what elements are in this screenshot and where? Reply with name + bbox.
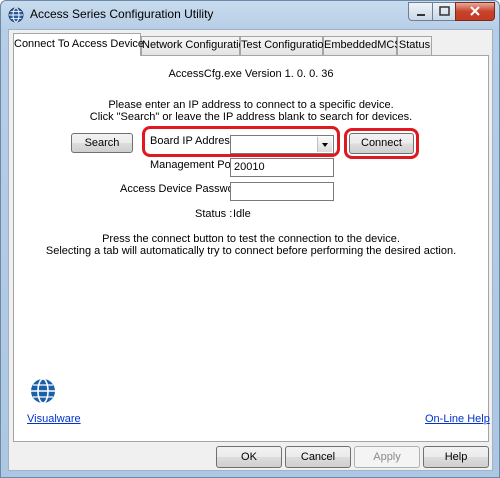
visualware-link[interactable]: Visualware [27,413,81,425]
app-window: Access Series Configuration Utility Conn… [0,0,500,478]
minimize-button[interactable] [408,2,433,21]
tab-test-configuration[interactable]: Test Configuration [240,36,330,55]
tab-label: EmbeddedMCS [324,39,402,51]
globe-icon [8,7,24,23]
chevron-down-icon[interactable] [317,137,332,152]
status-value: Idle [233,208,251,220]
tab-label: Network Configuration [142,39,251,51]
minimize-icon [417,14,425,16]
password-input[interactable] [230,182,334,201]
tab-status[interactable]: Status [397,36,432,55]
connect-button[interactable]: Connect [349,133,414,154]
version-text: AccessCfg.exe Version 1. 0. 0. 36 [168,68,334,80]
board-ip-label: Board IP Address : [150,135,242,147]
window-title: Access Series Configuration Utility [30,7,214,21]
search-button[interactable]: Search [71,133,133,153]
instructions-line-1: Please enter an IP address to connect to… [108,99,394,111]
help-button[interactable]: Help [423,446,489,468]
close-icon [470,6,480,16]
apply-button: Apply [354,446,420,468]
tab-network-configuration[interactable]: Network Configuration [141,36,251,55]
cancel-button[interactable]: Cancel [285,446,351,468]
connect-panel: AccessCfg.exe Version 1. 0. 0. 36 Please… [13,55,490,442]
visualware-logo-icon[interactable] [30,378,56,404]
board-ip-dropdown[interactable] [230,135,334,154]
title-bar[interactable]: Access Series Configuration Utility [1,1,499,29]
close-button[interactable] [455,2,495,21]
maximize-icon [439,6,450,16]
ok-button[interactable]: OK [216,446,282,468]
note-line-1: Press the connect button to test the con… [102,233,400,245]
maximize-button[interactable] [432,2,456,21]
tab-label: Test Configuration [241,39,330,51]
note-line-2: Selecting a tab will automatically try t… [45,245,457,257]
online-help-link[interactable]: On-Line Help [425,413,490,425]
tab-label: Connect To Access Device [14,38,145,50]
tab-label: Status [398,39,431,51]
management-port-input[interactable]: 20010 [230,158,334,177]
tab-connect-to-access-device[interactable]: Connect To Access Device [13,33,145,56]
tab-embeddedmcs[interactable]: EmbeddedMCS [323,36,402,55]
client-area: Connect To Access Device Network Configu… [8,29,493,471]
instructions-line-2: Click "Search" or leave the IP address b… [89,111,413,123]
status-label: Status : [195,208,233,220]
